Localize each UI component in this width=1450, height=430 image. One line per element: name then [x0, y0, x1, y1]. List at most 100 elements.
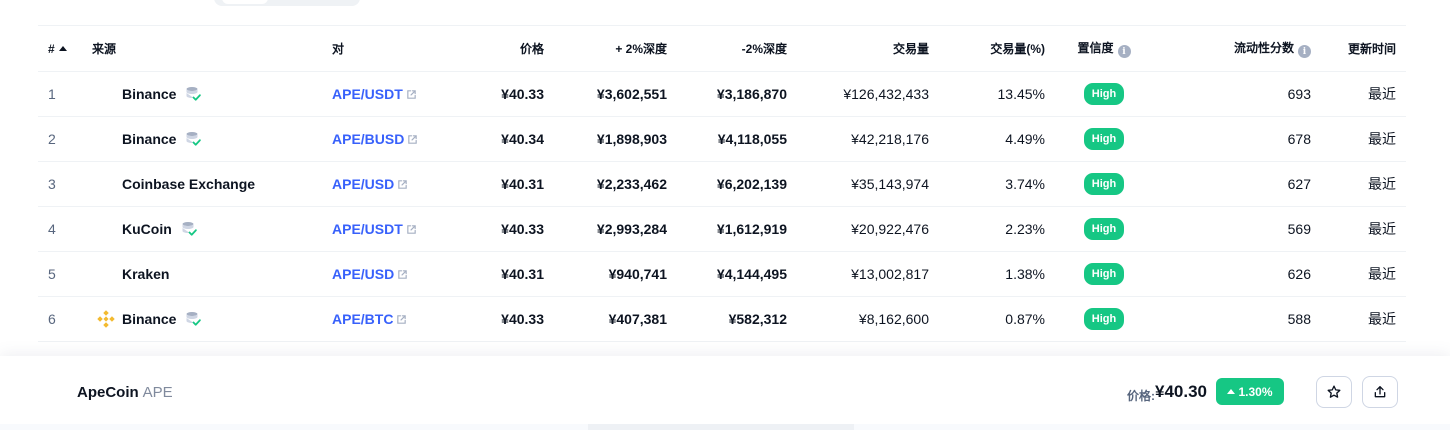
row-volume: ¥35,143,974	[787, 161, 929, 207]
caret-up-icon	[1227, 389, 1236, 394]
pair-link[interactable]: APE/USDT	[332, 221, 403, 237]
row-volume-pct: 0.87%	[929, 296, 1045, 342]
header-price[interactable]: 价格	[452, 25, 544, 72]
row-price: ¥40.33	[452, 71, 544, 117]
row-pair[interactable]: APE/USD	[332, 161, 452, 207]
row-price: ¥40.31	[452, 161, 544, 207]
external-link-icon[interactable]	[403, 86, 417, 102]
row-depth-plus: ¥407,381	[544, 296, 667, 342]
confidence-badge: High	[1083, 308, 1125, 330]
header-confidence[interactable]: 置信度 i	[1045, 25, 1163, 72]
markets-table: # 来源 对 价格 + 2%深度 -2%深度 交易量 交易量(%) 置信度 i 流…	[38, 25, 1406, 342]
table-row[interactable]: 2 Binance APE/BUSD ¥40.34 ¥1,898,903 ¥4,118,0…	[38, 116, 1406, 162]
exchange-name[interactable]: Kraken	[122, 266, 169, 282]
row-depth-minus: ¥582,312	[667, 296, 787, 342]
row-volume-pct: 13.45%	[929, 71, 1045, 117]
row-rank: 2	[38, 116, 92, 162]
row-volume: ¥13,002,817	[787, 251, 929, 297]
row-source[interactable]: Binance	[92, 116, 332, 162]
row-source[interactable]: Kraken	[92, 251, 332, 297]
header-depth-minus[interactable]: -2%深度	[667, 25, 787, 72]
external-link-icon[interactable]	[394, 176, 408, 192]
pair-link[interactable]: APE/BTC	[332, 311, 393, 327]
row-depth-minus: ¥3,186,870	[667, 71, 787, 117]
row-pair[interactable]: APE/USDT	[332, 206, 452, 252]
confidence-badge: High	[1083, 128, 1125, 150]
segmented-control[interactable]	[214, 0, 360, 6]
row-source[interactable]: KuCoin	[92, 206, 332, 252]
pair-link[interactable]: APE/USD	[332, 266, 394, 282]
header-volume-pct[interactable]: 交易量(%)	[929, 25, 1045, 72]
table-header-row: # 来源 对 价格 + 2%深度 -2%深度 交易量 交易量(%) 置信度 i 流…	[38, 25, 1406, 72]
row-pair[interactable]: APE/BTC	[332, 296, 452, 342]
row-depth-plus: ¥2,233,462	[544, 161, 667, 207]
row-source[interactable]: Binance	[92, 296, 332, 342]
segmented-control-active[interactable]	[222, 0, 268, 4]
row-liquidity: 626	[1163, 251, 1311, 297]
table-row[interactable]: 5 Kraken APE/USD ¥40.31 ¥940,741 ¥4,144,495 ¥1…	[38, 251, 1406, 297]
row-volume: ¥20,922,476	[787, 206, 929, 252]
external-link-icon[interactable]	[394, 266, 408, 282]
pair-link[interactable]: APE/BUSD	[332, 131, 404, 147]
row-rank: 4	[38, 206, 92, 252]
row-depth-minus: ¥4,144,495	[667, 251, 787, 297]
exchange-name[interactable]: Coinbase Exchange	[122, 176, 255, 192]
row-liquidity: 627	[1163, 161, 1311, 207]
external-link-icon[interactable]	[404, 131, 418, 147]
row-source[interactable]: Binance	[92, 71, 332, 117]
row-liquidity: 693	[1163, 71, 1311, 117]
header-pair[interactable]: 对	[332, 25, 452, 72]
pair-link[interactable]: APE/USDT	[332, 86, 403, 102]
header-liquidity[interactable]: 流动性分数 i	[1163, 25, 1311, 72]
row-price: ¥40.33	[452, 206, 544, 252]
confidence-badge: High	[1083, 173, 1125, 195]
share-button[interactable]	[1362, 376, 1398, 408]
verified-database-icon	[184, 85, 202, 103]
external-link-icon[interactable]	[403, 221, 417, 237]
row-pair[interactable]: APE/USD	[332, 251, 452, 297]
row-rank: 5	[38, 251, 92, 297]
header-updated[interactable]: 更新时间	[1311, 25, 1406, 72]
verified-database-icon	[180, 220, 198, 238]
row-depth-minus: ¥1,612,919	[667, 206, 787, 252]
external-link-icon[interactable]	[393, 311, 407, 327]
row-confidence: High	[1045, 71, 1163, 117]
confidence-badge: High	[1083, 83, 1125, 105]
table-row[interactable]: 1 Binance APE/USDT ¥40.33 ¥3,602,551 ¥3,186,8…	[38, 71, 1406, 117]
row-rank: 3	[38, 161, 92, 207]
table-row[interactable]: 4 KuCoin APE/USDT ¥40.33 ¥2,993,284 ¥1,612,91…	[38, 206, 1406, 252]
page-bottom-strip	[0, 424, 1450, 430]
header-volume[interactable]: 交易量	[787, 25, 929, 72]
watchlist-star-button[interactable]	[1316, 376, 1352, 408]
row-updated: 最近	[1311, 71, 1406, 117]
header-depth-plus[interactable]: + 2%深度	[544, 25, 667, 72]
row-depth-minus: ¥4,118,055	[667, 116, 787, 162]
table-row[interactable]: 3 Coinbase Exchange APE/USD ¥40.31 ¥2,233,46…	[38, 161, 1406, 207]
row-volume: ¥126,432,433	[787, 71, 929, 117]
exchange-name[interactable]: Binance	[122, 86, 176, 102]
pair-link[interactable]: APE/USD	[332, 176, 394, 192]
row-pair[interactable]: APE/BUSD	[332, 116, 452, 162]
sticky-coin-bar: ApeCoin APE 价格: ¥40.30 1.30%	[0, 356, 1450, 426]
binance-logo-icon	[94, 307, 118, 331]
row-depth-plus: ¥1,898,903	[544, 116, 667, 162]
row-price: ¥40.33	[452, 296, 544, 342]
info-icon[interactable]: i	[1117, 45, 1131, 59]
row-rank: 6	[38, 296, 92, 342]
row-depth-minus: ¥6,202,139	[667, 161, 787, 207]
header-source[interactable]: 来源	[92, 25, 332, 72]
exchange-name[interactable]: Binance	[122, 131, 176, 147]
row-depth-plus: ¥940,741	[544, 251, 667, 297]
exchange-name[interactable]: Binance	[122, 311, 176, 327]
table-row[interactable]: 6 Binance APE/BTC ¥40.33 ¥407,381 ¥582,312 ¥8,…	[38, 296, 1406, 342]
row-pair[interactable]: APE/USDT	[332, 71, 452, 117]
coin-symbol: APE	[142, 384, 173, 401]
row-volume-pct: 3.74%	[929, 161, 1045, 207]
info-icon[interactable]: i	[1298, 45, 1311, 59]
exchange-name[interactable]: KuCoin	[122, 221, 172, 237]
row-confidence: High	[1045, 206, 1163, 252]
row-volume-pct: 4.49%	[929, 116, 1045, 162]
row-source[interactable]: Coinbase Exchange	[92, 161, 332, 207]
row-price: ¥40.34	[452, 116, 544, 162]
header-rank[interactable]: #	[38, 25, 92, 72]
